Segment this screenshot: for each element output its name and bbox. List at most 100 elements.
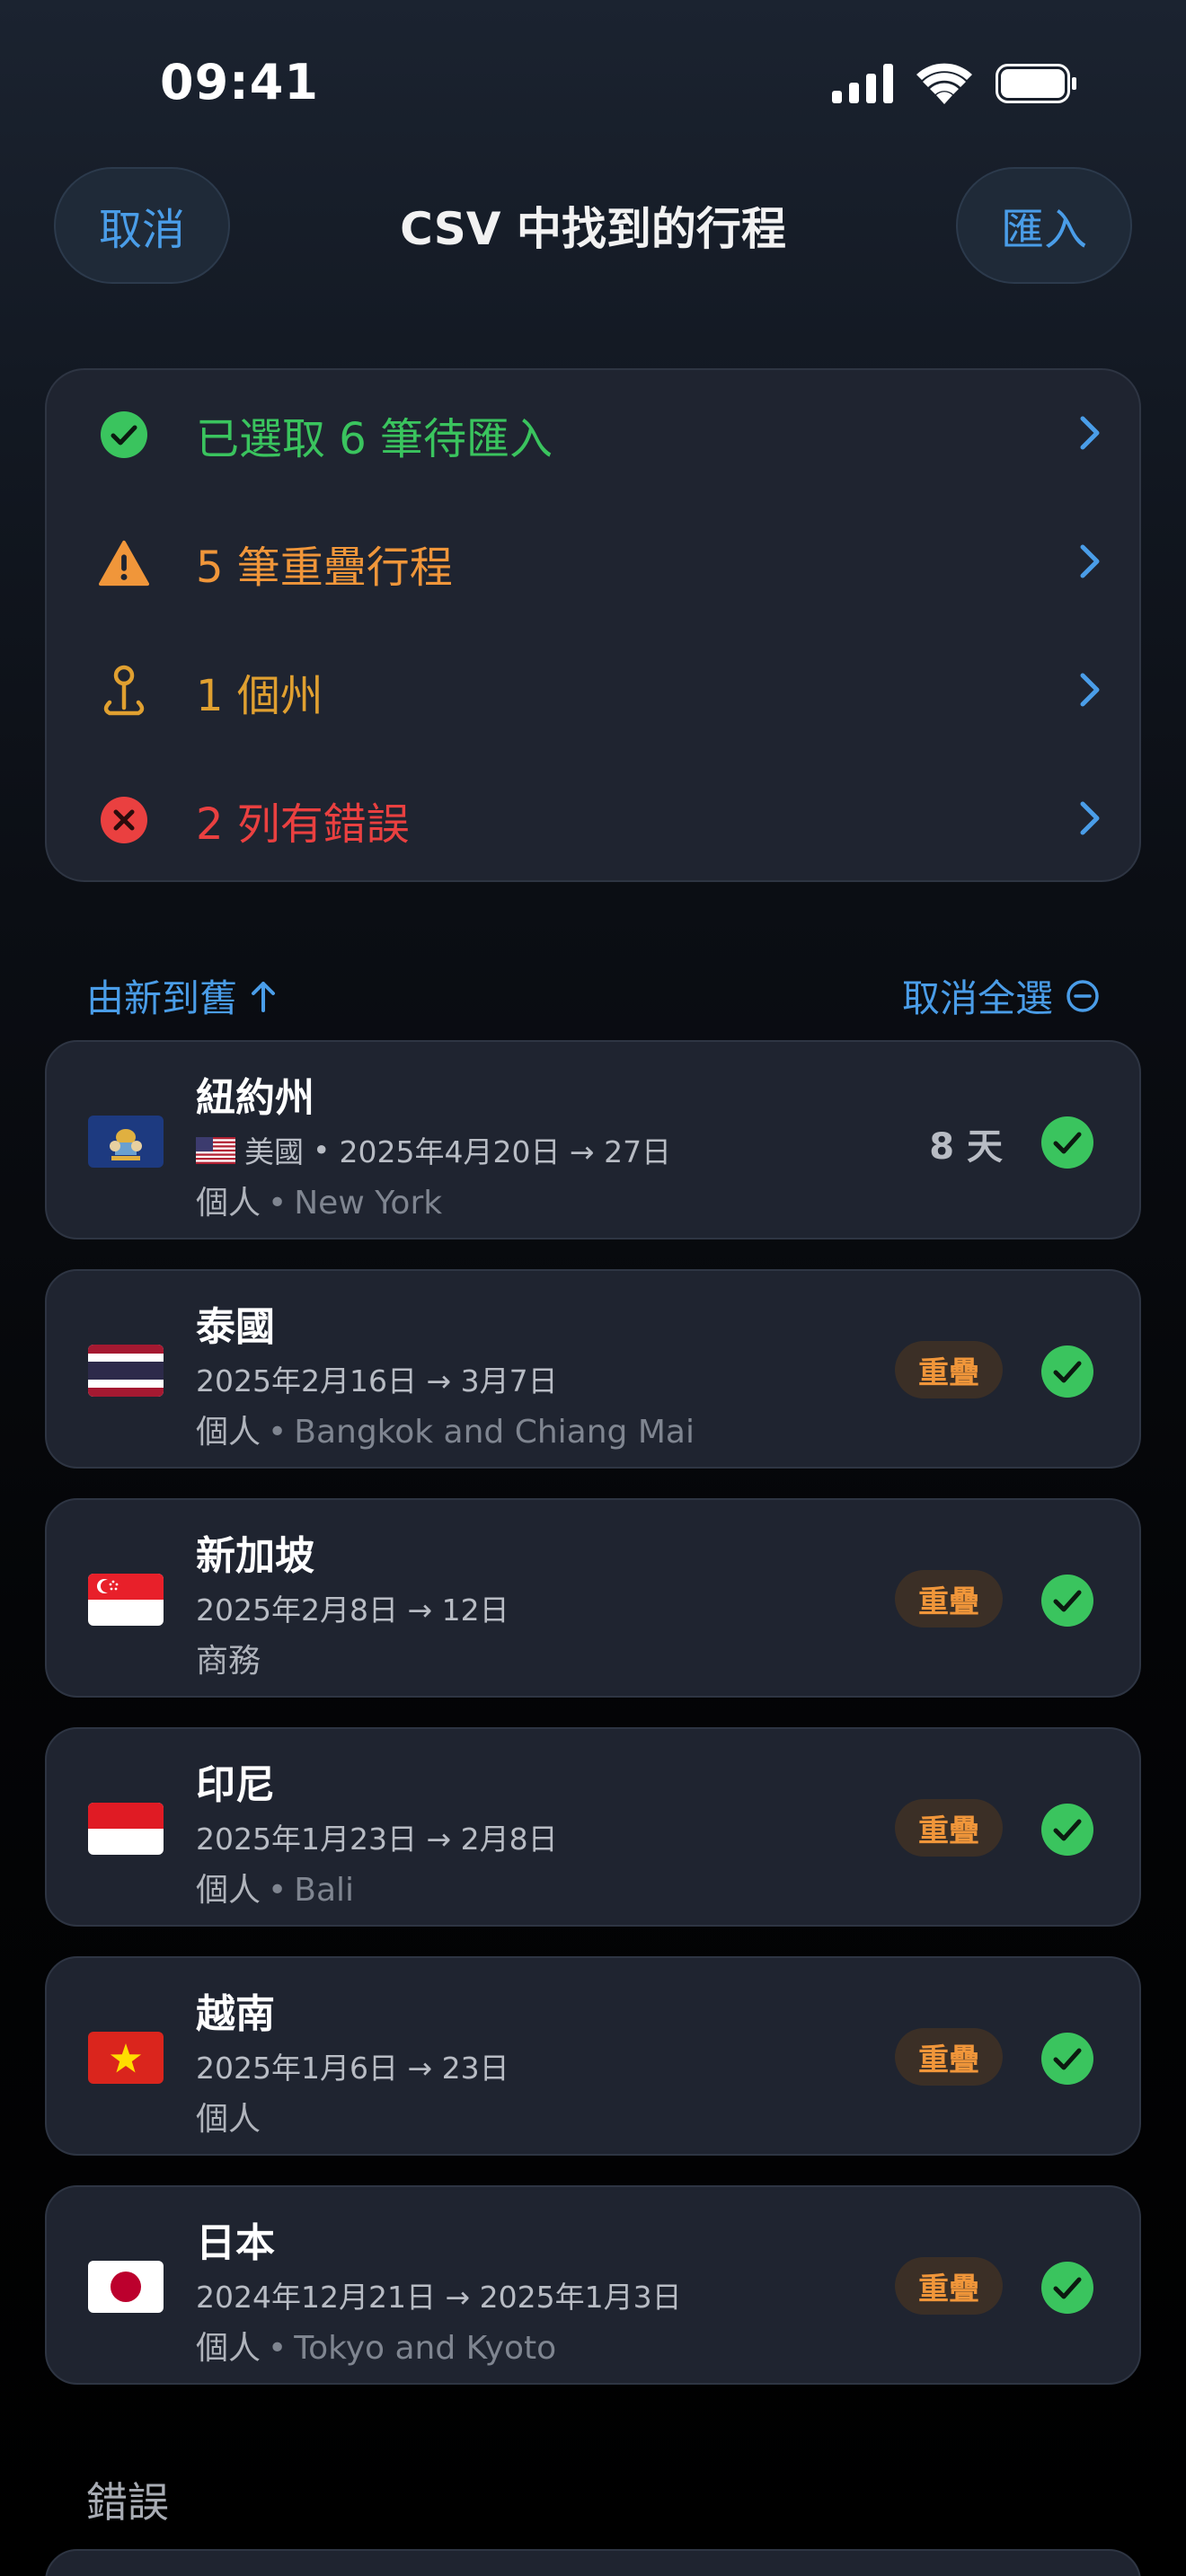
trip-place: Bali <box>294 1872 355 1909</box>
selected-check-icon[interactable] <box>1040 2261 1094 2315</box>
check-circle-icon <box>99 410 149 460</box>
status-bar: 09:41 <box>0 0 1186 171</box>
trip-date-range: 2025年2月16日 → 3月7日 <box>196 1363 558 1398</box>
trip-date-range: 2024年12月21日 → 2025年1月3日 <box>196 2280 682 2315</box>
trip-title: 日本 <box>196 2220 275 2266</box>
error-circle-icon <box>99 795 149 845</box>
overlap-badge: 重疊 <box>895 1799 1003 1857</box>
trip-place: Tokyo and Kyoto <box>294 2330 557 2367</box>
chevron-right-icon <box>1078 543 1102 583</box>
battery-icon <box>996 64 1076 103</box>
summary-row-states[interactable]: 1 個州 <box>47 627 1143 755</box>
trip-type: 個人 <box>196 1414 261 1451</box>
trip-country: 美國 <box>244 1134 304 1169</box>
selected-check-icon[interactable] <box>1040 1345 1094 1398</box>
error-list-card <box>45 2549 1141 2576</box>
us-flag-icon <box>196 1136 235 1164</box>
separator-dot: • <box>268 1185 288 1222</box>
chevron-right-icon <box>1078 672 1102 711</box>
thailand-flag-icon <box>88 1345 164 1397</box>
new-york-flag-icon <box>88 1116 164 1168</box>
singapore-flag-icon <box>88 1574 164 1626</box>
trip-dates: 2025年1月23日 → 2月8日 <box>196 1815 558 1858</box>
vietnam-flag-icon <box>88 2032 164 2084</box>
trip-days: 8 天 <box>929 1126 1003 1168</box>
selected-check-icon[interactable] <box>1040 1574 1094 1628</box>
page-title: CSV 中找到的行程 <box>400 203 786 255</box>
summary-card: 已選取 6 筆待匯入 5 筆重疊行程 1 個州 2 列有錯誤 <box>45 368 1141 882</box>
trip-meta: 個人 • New York <box>196 1177 442 1223</box>
overlap-badge: 重疊 <box>895 2257 1003 2315</box>
trip-title: 印尼 <box>196 1762 275 1808</box>
overlap-badge: 重疊 <box>895 1341 1003 1398</box>
trip-place: Bangkok and Chiang Mai <box>294 1414 695 1451</box>
separator-dot: • <box>268 2330 288 2367</box>
trip-dates: 美國 • 2025年4月20日 → 27日 <box>196 1128 671 1171</box>
trip-meta: 個人 • Tokyo and Kyoto <box>196 2322 556 2369</box>
trip-row-vietnam[interactable]: 越南 2025年1月6日 → 23日 個人 重疊 <box>45 1956 1141 2156</box>
separator-dot: • <box>268 1872 288 1909</box>
trip-meta: 個人 • Bali <box>196 1864 354 1910</box>
selected-check-icon[interactable] <box>1040 1803 1094 1857</box>
summary-states-text: 1 個州 <box>196 670 323 721</box>
trip-meta: 商務 <box>196 1635 261 1681</box>
overlap-badge: 重疊 <box>895 2028 1003 2086</box>
trip-meta: 個人 <box>196 2093 261 2139</box>
summary-row-selected[interactable]: 已選取 6 筆待匯入 <box>47 370 1143 498</box>
japan-flag-icon <box>88 2261 164 2313</box>
wifi-icon <box>916 63 972 104</box>
errors-section-title: 錯誤 <box>86 2478 169 2527</box>
trip-date-range: 2025年2月8日 → 12日 <box>196 1592 509 1628</box>
trip-row-singapore[interactable]: 新加坡 2025年2月8日 → 12日 商務 重疊 <box>45 1498 1141 1698</box>
list-header: 由新到舊 取消全選 <box>86 968 1100 1022</box>
summary-row-errors[interactable]: 2 列有錯誤 <box>47 755 1143 884</box>
chevron-right-icon <box>1078 800 1102 840</box>
deselect-all-button[interactable]: 取消全選 <box>902 968 1100 1023</box>
summary-selected-text: 已選取 6 筆待匯入 <box>196 413 553 464</box>
trip-type: 個人 <box>196 2330 261 2367</box>
separator-dot: • <box>268 1414 288 1451</box>
trip-row-new-york[interactable]: 紐約州 美國 • 2025年4月20日 → 27日 個人 • New York 8 … <box>45 1040 1141 1239</box>
trip-date-range: 2025年4月20日 → 27日 <box>339 1134 672 1169</box>
separator-dot: • <box>313 1132 331 1168</box>
summary-errors-text: 2 列有錯誤 <box>196 798 410 850</box>
minus-circle-icon <box>1067 979 1099 1012</box>
trip-meta: 個人 • Bangkok and Chiang Mai <box>196 1406 695 1452</box>
overlap-badge: 重疊 <box>895 1570 1003 1628</box>
trip-row-indonesia[interactable]: 印尼 2025年1月23日 → 2月8日 個人 • Bali 重疊 <box>45 1727 1141 1927</box>
arrow-up-icon <box>252 981 276 1012</box>
trip-title: 紐約州 <box>196 1075 314 1121</box>
summary-row-overlap[interactable]: 5 筆重疊行程 <box>47 498 1143 627</box>
trip-type: 個人 <box>196 1872 261 1909</box>
summary-overlap-text: 5 筆重疊行程 <box>196 542 453 593</box>
trip-type: 個人 <box>196 2101 261 2138</box>
trip-date-range: 2025年1月23日 → 2月8日 <box>196 1822 558 1857</box>
trip-dates: 2025年2月16日 → 3月7日 <box>196 1357 558 1400</box>
trip-title: 越南 <box>196 1991 275 2037</box>
trip-row-thailand[interactable]: 泰國 2025年2月16日 → 3月7日 個人 • Bangkok and Chia… <box>45 1269 1141 1469</box>
status-icons <box>832 63 1078 104</box>
sort-label: 由新到舊 <box>86 976 238 1020</box>
chevron-right-icon <box>1078 415 1102 454</box>
trip-type: 個人 <box>196 1185 261 1222</box>
trip-dates: 2025年2月8日 → 12日 <box>196 1586 509 1629</box>
warning-icon <box>99 538 149 588</box>
trip-dates: 2025年1月6日 → 23日 <box>196 2044 509 2087</box>
trip-row-japan[interactable]: 日本 2024年12月21日 → 2025年1月3日 個人 • Tokyo and … <box>45 2185 1141 2385</box>
selected-check-icon[interactable] <box>1040 2032 1094 2086</box>
cancel-button[interactable]: 取消 <box>54 167 230 284</box>
trip-dates: 2024年12月21日 → 2025年1月3日 <box>196 2273 682 2316</box>
import-button[interactable]: 匯入 <box>956 167 1132 284</box>
trip-title: 泰國 <box>196 1304 275 1350</box>
cellular-signal-icon <box>832 64 893 103</box>
screen: 09:41 取消 CSV 中找到的行程 匯入 已選取 6 筆待匯入 5 筆重疊行… <box>0 0 1186 2576</box>
map-pin-icon <box>99 665 149 717</box>
selected-check-icon[interactable] <box>1040 1116 1094 1169</box>
trip-type: 商務 <box>196 1643 261 1680</box>
trip-title: 新加坡 <box>196 1533 314 1579</box>
indonesia-flag-icon <box>88 1803 164 1855</box>
trip-date-range: 2025年1月6日 → 23日 <box>196 2051 509 2086</box>
deselect-label: 取消全選 <box>901 976 1053 1020</box>
sort-button[interactable]: 由新到舊 <box>86 968 277 1023</box>
status-time: 09:41 <box>160 54 319 110</box>
